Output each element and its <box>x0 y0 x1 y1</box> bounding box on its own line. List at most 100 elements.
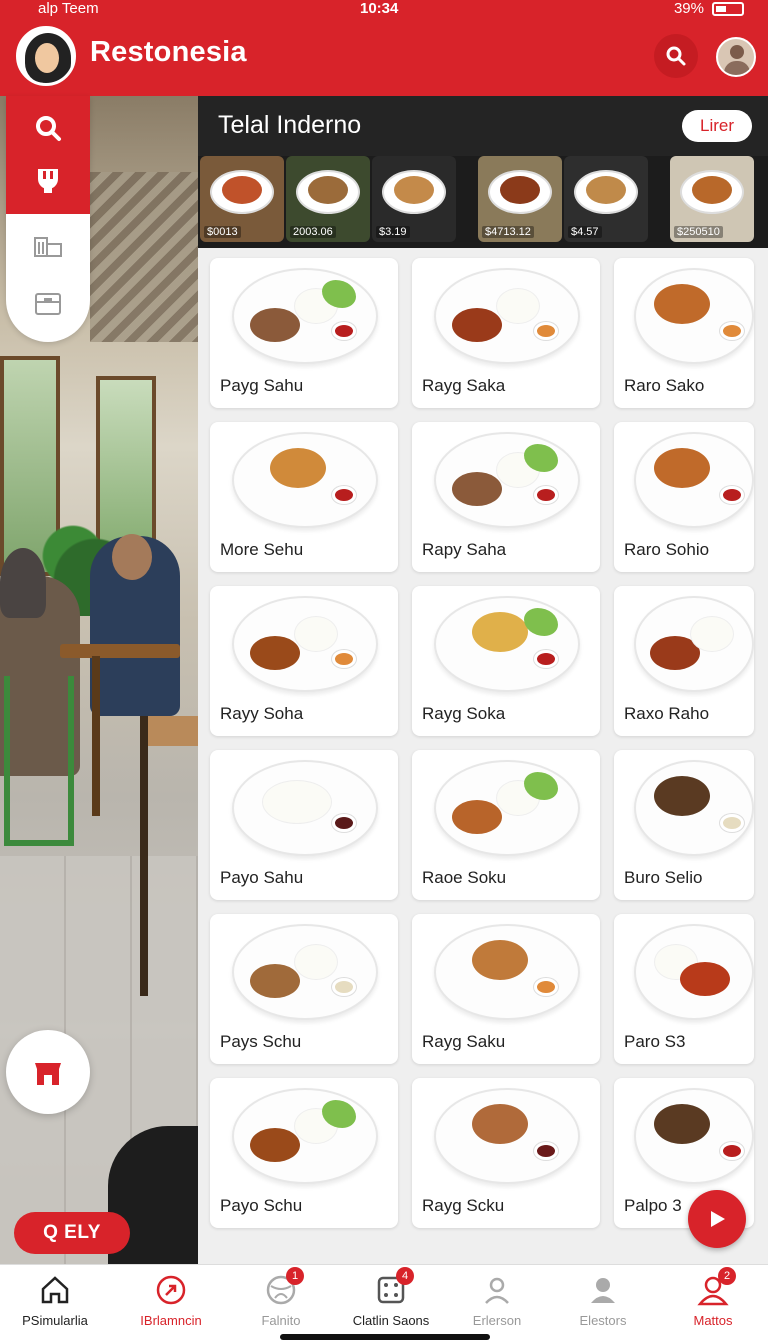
hero-title: Telal Inderno <box>218 111 362 139</box>
nav-item-categories[interactable]: 4 Clatlin Saons <box>336 1267 446 1337</box>
home-indicator <box>280 1334 490 1340</box>
play-icon <box>711 1211 725 1227</box>
bottom-nav: PSimularlia IBrlamncin 1 Falnito 4 Clatl… <box>0 1264 768 1344</box>
menu-item-name: Raxo Raho <box>624 704 710 723</box>
nav-label: Clatlin Saons <box>352 1313 430 1328</box>
rail-building-button[interactable] <box>28 226 68 266</box>
nav-badge: 4 <box>396 1267 414 1285</box>
menu-card[interactable]: Payo Sahu <box>210 750 398 900</box>
main-panel: Telal Inderno Lirer $0013 2003.06 $3.19 … <box>198 96 768 1264</box>
featured-item[interactable]: $250510 <box>670 156 754 242</box>
shop-fab[interactable] <box>6 1030 90 1114</box>
featured-item[interactable]: $3.19 <box>372 156 456 242</box>
battery-icon <box>712 1 744 16</box>
nav-badge: 1 <box>286 1267 304 1285</box>
menu-item-name: Raro Sohio <box>624 540 710 559</box>
nav-item-users[interactable]: Elestors <box>548 1273 658 1337</box>
menu-card[interactable]: Pays Schu <box>210 914 398 1064</box>
menu-card[interactable]: Rayg Saka <box>412 258 600 408</box>
nav-item-home[interactable]: PSimularlia <box>0 1273 110 1337</box>
menu-item-name: Raoe Soku <box>422 868 507 887</box>
featured-price: $250510 <box>674 226 723 238</box>
rail-archive-button[interactable] <box>28 284 68 324</box>
top-bar: alp Teem 10:34 39% Restonesia <box>0 0 768 96</box>
menu-card[interactable]: Payo Schu <box>210 1078 398 1228</box>
qely-button[interactable]: Q ELY <box>14 1212 130 1254</box>
menu-item-name: Raro Sako <box>624 376 705 395</box>
menu-item-name: Payo Sahu <box>220 868 304 887</box>
featured-item[interactable]: $0013 <box>200 156 284 242</box>
featured-price: $4.57 <box>568 226 602 238</box>
nav-label: IBrlamncin <box>140 1313 202 1328</box>
featured-item[interactable]: $4.57 <box>564 156 648 242</box>
menu-card[interactable]: Rayg Soka <box>412 586 600 736</box>
building-icon <box>34 237 62 257</box>
menu-item-name: Rayg Saka <box>422 376 506 395</box>
menu-card[interactable]: Buro Selio <box>614 750 754 900</box>
home-icon <box>41 1276 69 1304</box>
status-bar: alp Teem 10:34 39% <box>0 0 768 18</box>
featured-price: $4713.12 <box>482 226 534 238</box>
menu-card[interactable]: Rayg Saku <box>412 914 600 1064</box>
battery-percent: 39% <box>673 0 704 17</box>
user-icon <box>591 1278 615 1303</box>
clock: 10:34 <box>360 0 399 17</box>
nav-item-account[interactable]: 2 Mattos <box>658 1267 768 1337</box>
status-icons: 39% <box>674 0 744 17</box>
featured-item[interactable]: $4713.12 <box>478 156 562 242</box>
menu-card[interactable]: Raxo Raho <box>614 586 754 736</box>
search-icon <box>36 116 61 141</box>
profile-button[interactable] <box>716 37 756 77</box>
nav-label: Falnito <box>261 1313 301 1328</box>
carrier-label: alp Teem <box>38 0 99 17</box>
nav-label: PSimularlia <box>22 1313 88 1328</box>
user-outline-icon <box>485 1277 509 1304</box>
menu-card[interactable]: Rayg Scku <box>412 1078 600 1228</box>
featured-price: 2003.06 <box>290 226 336 238</box>
menu-item-name: Rayg Saku <box>422 1032 506 1051</box>
menu-item-name: Rayg Soka <box>422 704 506 723</box>
menu-item-name: Paro S3 <box>624 1032 686 1051</box>
menu-item-name: Rapy Saha <box>422 540 507 559</box>
nav-label: Erlerson <box>472 1313 522 1328</box>
user-avatar[interactable] <box>16 26 76 86</box>
play-fab[interactable] <box>688 1190 746 1248</box>
menu-card[interactable]: Payg Sahu <box>210 258 398 408</box>
menu-item-name: Buro Selio <box>624 868 703 887</box>
shop-icon <box>35 1063 61 1085</box>
menu-item-name: Payo Schu <box>220 1196 303 1215</box>
header-search-button[interactable] <box>654 34 698 78</box>
menu-item-name: Palpo 3 <box>624 1196 682 1215</box>
nav-badge: 2 <box>718 1267 736 1285</box>
hero-bar: Telal Inderno Lirer <box>198 96 768 156</box>
nav-item-favorites[interactable]: 1 Falnito <box>226 1267 336 1337</box>
featured-price: $0013 <box>204 226 241 238</box>
side-rail <box>6 96 90 342</box>
menu-card[interactable]: Raro Sohio <box>614 422 754 572</box>
menu-card[interactable]: Paro S3 <box>614 914 754 1064</box>
menu-item-name: Payg Sahu <box>220 376 304 395</box>
menu-card[interactable]: Raro Sako <box>614 258 754 408</box>
featured-strip: $0013 2003.06 $3.19 $4713.12 $4.57 $2505… <box>198 156 768 248</box>
app-title: Restonesia <box>90 36 247 68</box>
menu-item-name: Pays Schu <box>220 1032 302 1051</box>
menu-card[interactable]: More Sehu <box>210 422 398 572</box>
food-icon <box>38 169 58 193</box>
featured-price: $3.19 <box>376 226 410 238</box>
menu-item-name: Rayg Scku <box>422 1196 505 1215</box>
rail-search-button[interactable] <box>28 108 68 148</box>
archive-icon <box>35 293 61 315</box>
rail-food-button[interactable] <box>28 160 68 200</box>
menu-item-name: More Sehu <box>220 540 304 559</box>
menu-item-name: Rayy Soha <box>220 704 304 723</box>
hero-action-button[interactable]: Lirer <box>682 110 752 142</box>
menu-card[interactable]: Raoe Soku <box>412 750 600 900</box>
search-icon <box>666 46 686 66</box>
nav-item-person[interactable]: Erlerson <box>442 1273 552 1337</box>
menu-card[interactable]: Rapy Saha <box>412 422 600 572</box>
nav-item-browse[interactable]: IBrlamncin <box>116 1273 226 1337</box>
nav-label: Mattos <box>693 1313 733 1328</box>
nav-label: Elestors <box>579 1313 627 1328</box>
featured-item[interactable]: 2003.06 <box>286 156 370 242</box>
menu-card[interactable]: Rayy Soha <box>210 586 398 736</box>
